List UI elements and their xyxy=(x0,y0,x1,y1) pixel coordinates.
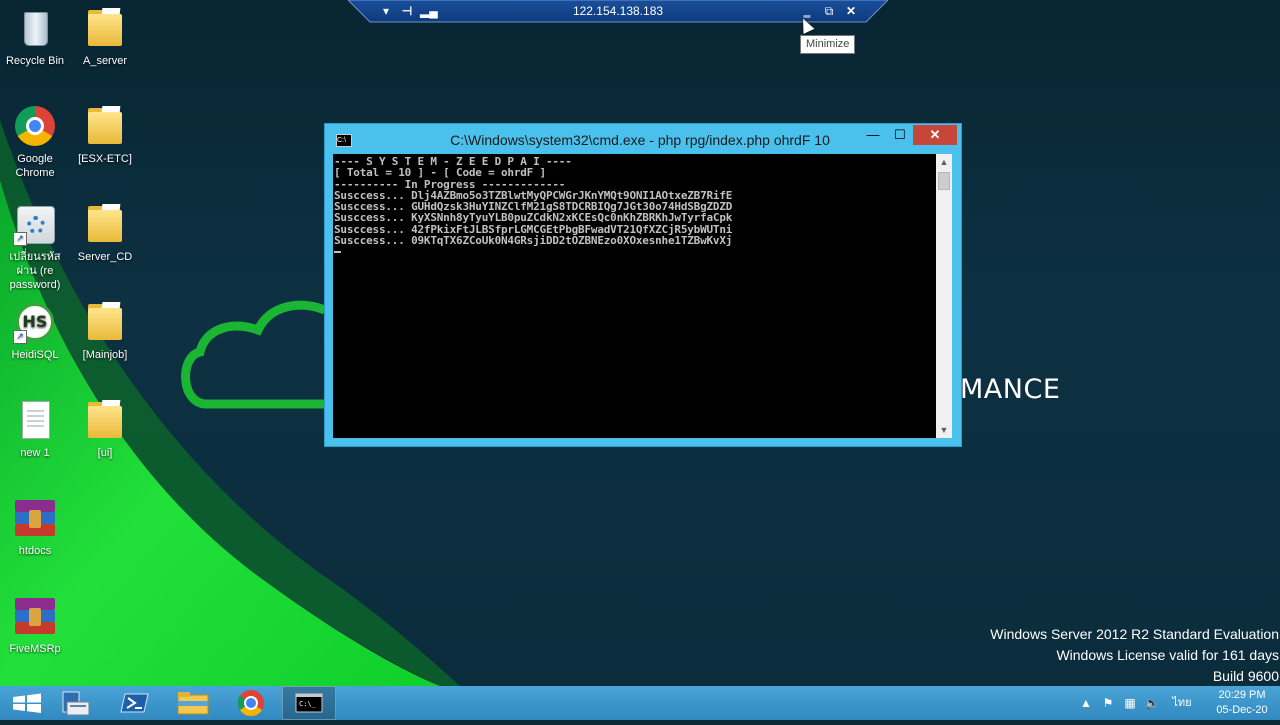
folder-icon xyxy=(83,300,127,344)
rdp-host-address: 122.154.138.183 xyxy=(572,4,664,18)
scroll-down-arrow-icon[interactable]: ▼ xyxy=(936,422,952,438)
text-file-icon xyxy=(13,398,57,442)
cmd-title-bar[interactable]: C:\ C:\Windows\system32\cmd.exe - php rp… xyxy=(325,124,961,154)
folder-icon xyxy=(83,104,127,148)
chrome-icon xyxy=(13,104,57,148)
taskbar: C:\_ ▲ ⚑ ▦ 🔈 ไทย 20:29 PM 05-Dec-20 xyxy=(0,686,1280,720)
desktop-icon-google-chrome[interactable]: Google Chrome xyxy=(0,104,70,180)
vertical-scrollbar[interactable]: ▲ ▼ xyxy=(936,154,952,438)
file-explorer-icon xyxy=(177,692,209,715)
restore-icon[interactable]: ⧉ xyxy=(820,3,838,19)
clock-date: 05-Dec-20 xyxy=(1216,704,1268,716)
clock-time: 20:29 PM xyxy=(1218,689,1266,701)
watermark-license: Windows License valid for 161 days xyxy=(1056,647,1279,663)
network-icon[interactable]: ▦ xyxy=(1122,695,1138,711)
input-language-indicator[interactable]: ไทย xyxy=(1170,695,1194,711)
powershell-icon xyxy=(120,693,149,713)
cmd-window-title: C:\Windows\system32\cmd.exe - php rpg/in… xyxy=(450,132,830,148)
winrar-icon xyxy=(13,496,57,540)
desktop-icon-label: new 1 xyxy=(20,447,50,459)
close-icon: ✕ xyxy=(929,127,941,142)
maximize-icon: ☐ xyxy=(894,127,906,142)
winrar-icon xyxy=(13,594,57,638)
console-caret xyxy=(334,251,341,253)
desktop-icon-heidisql[interactable]: HS ↗ HeidiSQL xyxy=(0,300,70,362)
desktop-icon-label: htdocs xyxy=(18,545,52,557)
scroll-up-arrow-icon[interactable]: ▲ xyxy=(936,154,952,170)
chevron-up-icon[interactable]: ▲ xyxy=(1078,695,1094,711)
folder-icon xyxy=(83,202,127,246)
desktop-icon-label: [ESX-ETC] xyxy=(78,153,132,165)
desktop-icon-a-server[interactable]: A_server xyxy=(70,6,140,68)
minimize-tooltip: Minimize xyxy=(800,35,856,54)
desktop-icon-label: Google Chrome xyxy=(15,153,55,179)
taskbar-cmd[interactable]: C:\_ xyxy=(282,686,336,720)
svg-text:C:\_: C:\_ xyxy=(299,700,317,708)
desktop-icon-mainjob[interactable]: [Mainjob] xyxy=(70,300,140,362)
cmd-window[interactable]: C:\ C:\Windows\system32\cmd.exe - php rp… xyxy=(325,124,961,446)
action-center-flag-icon[interactable]: ⚑ xyxy=(1100,695,1116,711)
watermark-build: Build 9600 xyxy=(1212,668,1279,684)
clock[interactable]: 20:29 PM 05-Dec-20 xyxy=(1212,688,1272,718)
desktop-icon-label: A_server xyxy=(82,55,128,67)
windows-logo-icon xyxy=(13,693,41,713)
desktop-icon-recycle-bin[interactable]: Recycle Bin xyxy=(0,6,70,68)
windows-evaluation-watermark: Windows Server 2012 R2 Standard Evaluati… xyxy=(990,624,1279,687)
desktop-icon-ui[interactable]: [ui] xyxy=(70,398,140,460)
desktop-icon-label: เปลี่ยนรหัสผ่าน (re password) xyxy=(9,251,61,291)
desktop-icon-label: Recycle Bin xyxy=(5,55,65,67)
desktop-icon-label: FiveMSRp xyxy=(9,643,61,655)
close-button[interactable]: ✕ xyxy=(913,125,957,145)
minimize-button[interactable]: — xyxy=(859,125,887,145)
desktop-icon-htdocs[interactable]: htdocs xyxy=(0,496,70,558)
start-button[interactable] xyxy=(0,686,54,720)
desktop-icon-label: HeidiSQL xyxy=(11,349,59,361)
system-tray: ▲ ⚑ ▦ 🔈 ไทย 20:29 PM 05-Dec-20 xyxy=(1070,686,1280,720)
heidisql-icon: HS ↗ xyxy=(13,300,57,344)
folder-icon xyxy=(83,6,127,50)
taskbar-server-manager[interactable] xyxy=(49,686,103,720)
console-line: Susccess... 09KTqTX6ZCoUk0N4GRsjiDD2tOZB… xyxy=(334,234,733,248)
close-icon[interactable]: ✕ xyxy=(842,3,860,19)
console-text: ---- S Y S T E M - Z E E D P A I ---- [ … xyxy=(333,154,936,246)
maximize-button[interactable]: ☐ xyxy=(887,125,913,145)
connection-signal-icon[interactable]: ▂▄ xyxy=(420,3,438,19)
desktop-icon-esx-etc[interactable]: [ESX-ETC] xyxy=(70,104,140,166)
settings-icon: ↗ xyxy=(13,202,57,246)
desktop-icon-re-password[interactable]: ↗ เปลี่ยนรหัสผ่าน (re password) xyxy=(0,202,70,292)
scroll-thumb[interactable] xyxy=(938,172,950,190)
console-output[interactable]: ---- S Y S T E M - Z E E D P A I ---- [ … xyxy=(333,154,936,438)
volume-icon[interactable]: 🔈 xyxy=(1144,695,1160,711)
desktop-icon-label: [Mainjob] xyxy=(82,349,128,361)
desktop-icon-label: [ui] xyxy=(97,447,113,459)
desktop-icon-label: Server_CD xyxy=(77,251,133,263)
chrome-icon xyxy=(237,690,264,717)
server-manager-icon xyxy=(62,691,90,716)
desktop-icon-new-1[interactable]: new 1 xyxy=(0,398,70,460)
connection-bar-menu-chevron[interactable]: ▾ xyxy=(378,3,394,19)
cmd-icon[interactable]: C:\ xyxy=(336,134,352,147)
pin-icon[interactable]: ⊣ xyxy=(398,3,416,19)
cmd-icon: C:\_ xyxy=(295,693,323,713)
taskbar-powershell[interactable] xyxy=(108,686,162,720)
taskbar-chrome[interactable] xyxy=(224,686,278,720)
desktop-icon-fivemsrp[interactable]: FiveMSRp xyxy=(0,594,70,656)
minimize-icon: — xyxy=(866,127,880,142)
watermark-edition: Windows Server 2012 R2 Standard Evaluati… xyxy=(990,626,1279,642)
wallpaper-text: MANCE xyxy=(960,374,1061,405)
taskbar-file-explorer[interactable] xyxy=(166,686,220,720)
desktop-icon-server-cd[interactable]: Server_CD xyxy=(70,202,140,264)
recycle-bin-icon xyxy=(24,12,48,46)
folder-icon xyxy=(83,398,127,442)
